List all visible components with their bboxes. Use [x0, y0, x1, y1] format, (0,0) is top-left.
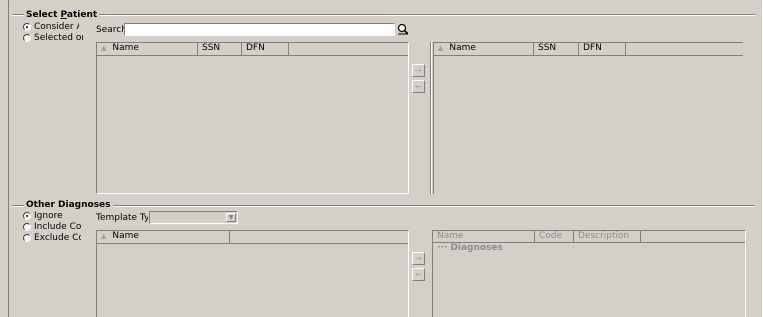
- selected-diagnoses-tree[interactable]: Name Code Description ··· Diagnoses: [432, 230, 746, 317]
- radio-label: Ignore: [34, 211, 63, 221]
- template-type-label: Template Type: [96, 213, 148, 223]
- magnifier-icon: [397, 23, 409, 35]
- available-patients-list[interactable]: ▲ Name SSN DFN: [96, 42, 409, 194]
- radio-label: Include Codes: [34, 222, 81, 232]
- search-button[interactable]: [396, 22, 410, 36]
- chevron-down-icon[interactable]: ▼: [226, 213, 236, 222]
- selected-patients-list[interactable]: ▲ Name SSN DFN: [433, 42, 743, 194]
- radio-exclude-codes[interactable]: Exclude Codes: [23, 233, 81, 243]
- radio-dot: [23, 212, 31, 220]
- tree-node-diagnoses[interactable]: ··· Diagnoses: [437, 243, 503, 253]
- search-label: Search: [96, 25, 127, 35]
- select-patient-legend: Select Patient: [24, 10, 100, 21]
- column-header-ssn[interactable]: SSN: [534, 43, 579, 55]
- move-patient-right-button[interactable]: →: [412, 64, 425, 77]
- move-diagnosis-left-button[interactable]: ←: [412, 268, 425, 281]
- radio-ignore[interactable]: Ignore: [23, 211, 81, 221]
- selected-patients-header: ▲ Name SSN DFN: [434, 43, 743, 56]
- column-header-dfn[interactable]: DFN: [579, 43, 626, 55]
- available-patients-header: ▲ Name SSN DFN: [97, 43, 408, 56]
- tree-connector-icon: ···: [437, 243, 451, 253]
- column-header-dfn[interactable]: DFN: [242, 43, 289, 55]
- radio-dot: [23, 23, 31, 31]
- column-header-name[interactable]: ▲ Name: [97, 231, 230, 243]
- splitter[interactable]: [430, 42, 432, 194]
- available-diagnoses-list[interactable]: ▲ Name: [96, 230, 409, 317]
- column-header-ssn[interactable]: SSN: [198, 43, 242, 55]
- column-header-name[interactable]: ▲ Name: [97, 43, 198, 55]
- search-input[interactable]: [124, 23, 395, 36]
- radio-dot: [23, 234, 31, 242]
- column-header-description[interactable]: Description: [574, 231, 641, 243]
- move-patient-left-button[interactable]: ←: [412, 80, 425, 93]
- radio-label: Selected only: [34, 33, 83, 43]
- column-header-name[interactable]: Name: [433, 231, 535, 243]
- radio-label: Consider All: [34, 22, 79, 32]
- radio-include-codes[interactable]: Include Codes: [23, 222, 81, 232]
- selected-diagnoses-header: Name Code Description: [433, 231, 745, 243]
- other-diagnoses-legend: Other Diagnoses: [24, 200, 113, 211]
- available-diagnoses-header: ▲ Name: [97, 231, 408, 244]
- radio-selected-only[interactable]: Selected only: [23, 33, 83, 43]
- radio-dot: [23, 223, 31, 231]
- move-diagnosis-right-button[interactable]: →: [412, 252, 425, 265]
- column-header-code[interactable]: Code: [535, 231, 574, 243]
- radio-consider-all[interactable]: Consider All: [23, 22, 79, 32]
- radio-label: Exclude Codes: [34, 233, 81, 243]
- template-type-select[interactable]: ▼: [149, 211, 238, 224]
- radio-dot: [23, 34, 31, 42]
- other-diagnoses-group-border: [12, 205, 755, 207]
- select-patient-group-border: [12, 14, 755, 16]
- tree-node-label: Diagnoses: [450, 243, 503, 253]
- column-header-name[interactable]: ▲ Name: [434, 43, 534, 55]
